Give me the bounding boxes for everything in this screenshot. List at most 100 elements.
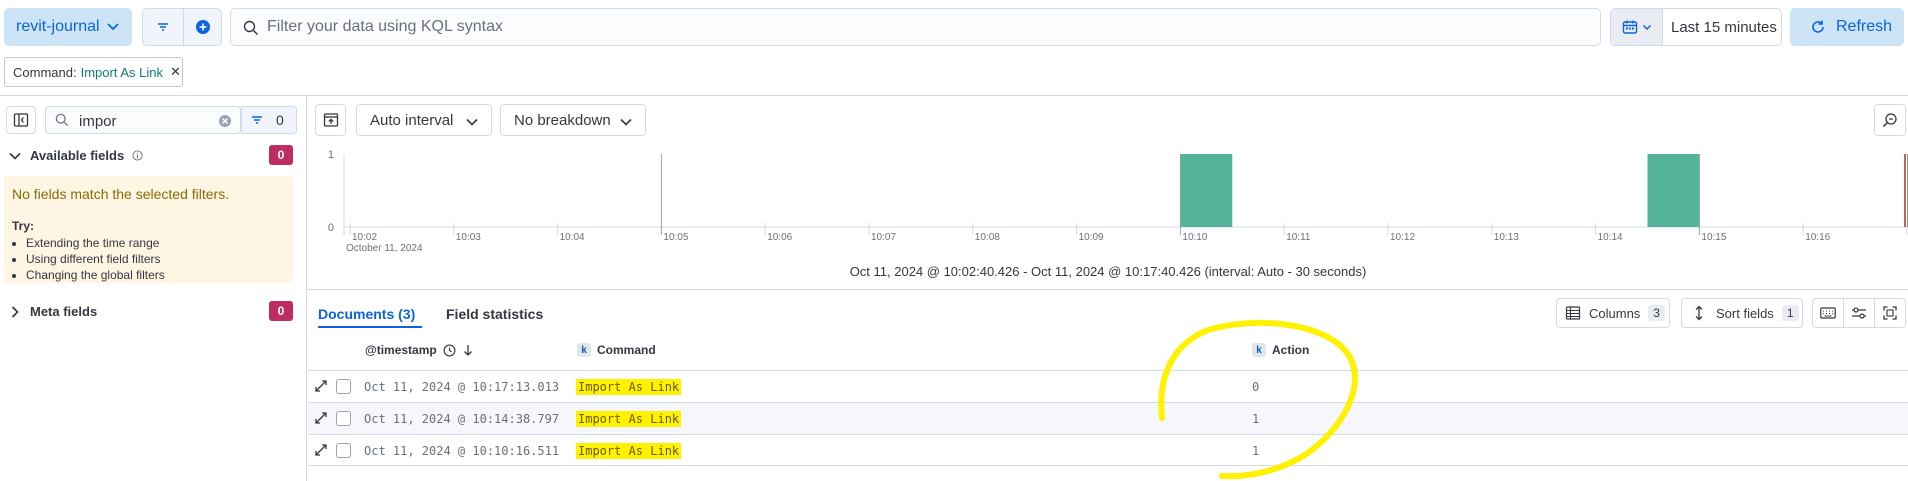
interval-select[interactable]: Auto interval [356,104,492,136]
x-tick-label: 10:13 [1494,232,1519,243]
table-row: Oct 11, 2024 @ 10:14:38.797 Import As Li… [308,402,1908,434]
cell-timestamp: Oct 11, 2024 @ 10:17:13.013 [364,380,560,394]
breakdown-select[interactable]: No breakdown [500,104,646,136]
filter-pill-key: Command: [13,64,77,80]
column-header-command[interactable]: k Command [577,343,656,357]
expand-row-icon[interactable] [314,443,328,457]
kql-query-input[interactable] [267,9,1587,45]
columns-button[interactable]: Columns 3 [1556,298,1670,328]
expand-row-icon[interactable] [314,411,328,425]
info-icon [132,150,143,161]
filter-pill-command[interactable]: Command: Import As Link ✕ [4,57,183,87]
column-header-action[interactable]: k Action [1252,343,1309,357]
add-filter-button[interactable] [184,9,222,45]
x-tick-label: 10:08 [975,232,1000,243]
query-menu-button[interactable] [143,9,183,45]
filter-pill-value: Import As Link [80,64,163,80]
x-tick-label: 10:09 [1079,232,1104,243]
chevron-down-icon [107,23,119,31]
meta-fields-count: 0 [269,301,293,321]
x-tick-label: 10:14 [1598,232,1623,243]
column-header-timestamp[interactable]: @timestamp [365,343,474,357]
tab-documents[interactable]: Documents (3) [318,306,415,322]
field-search-input[interactable]: impor [45,106,241,134]
command-header-label: Command [597,343,656,357]
cell-timestamp: Oct 11, 2024 @ 10:10:16.511 [364,444,560,458]
refresh-icon [1812,20,1824,33]
available-fields-toggle[interactable]: Available fields [8,148,143,163]
sort-descending-icon[interactable] [462,344,474,356]
x-tick-label: 10:02 [352,232,377,243]
time-range-label[interactable]: Last 15 minutes [1671,19,1777,36]
x-date-label: October 11, 2024 [346,243,423,252]
quick-select-button[interactable] [1611,9,1663,45]
x-tick-label: 10:16 [1805,232,1830,243]
try-label: Try: [12,219,35,233]
available-fields-count: 0 [269,145,293,165]
keyboard-shortcuts-button[interactable] [1813,299,1844,327]
field-search-value: impor [79,113,117,130]
timestamp-header-label: @timestamp [365,343,437,357]
grid-controls [1812,298,1906,328]
meta-fields-toggle[interactable]: Meta fields [8,304,97,319]
expand-row-icon[interactable] [314,379,328,393]
histogram-bar [1647,154,1700,227]
x-tick-label: 10:07 [871,232,896,243]
fullscreen-icon [1883,306,1897,320]
action-header-label: Action [1272,343,1310,357]
search-icon [55,113,69,127]
search-icon [243,20,258,35]
divider [0,95,1908,96]
row-checkbox[interactable] [336,411,351,426]
inspect-icon [1882,113,1897,128]
remove-filter-icon[interactable]: ✕ [170,64,181,80]
available-fields-label: Available fields [30,148,125,163]
display-settings-button[interactable] [1844,299,1875,327]
x-tick-label: 10:03 [456,232,481,243]
x-tick-label: 10:04 [560,232,585,243]
chevron-down-icon [466,118,478,126]
field-type-filter-button[interactable]: 0 [241,106,297,134]
x-tick-label: 10:15 [1701,232,1726,243]
data-view-label: revit-journal [16,18,100,35]
fullscreen-button[interactable] [1875,299,1905,327]
chevron-down-icon [9,152,21,160]
meta-fields-label: Meta fields [30,304,98,319]
no-fields-title: No fields match the selected filters. [12,186,230,202]
keyboard-icon [1820,307,1836,319]
cell-command: Import As Link [576,379,682,395]
x-tick-label: 10:10 [1182,232,1207,243]
row-checkbox[interactable] [336,443,351,458]
refresh-label: Refresh [1836,18,1893,35]
table-row: Oct 11, 2024 @ 10:17:13.013 Import As Li… [308,370,1908,402]
y-tick-label: 0 [328,222,334,234]
refresh-button[interactable]: Refresh [1790,8,1904,46]
chevron-down-icon [1642,24,1651,31]
no-fields-callout: No fields match the selected filters. Tr… [4,176,293,283]
histogram-chart[interactable]: 0 1 10:02 10:03 10:04 10:05 10:06 10:07 10:08 10:… [320,144,1908,252]
columns-count: 3 [1648,305,1665,321]
collapse-sidebar-button[interactable] [6,106,36,134]
row-checkbox[interactable] [336,379,351,394]
histogram-bar [1180,154,1233,227]
table-row: Oct 11, 2024 @ 10:10:16.511 Import As Li… [308,434,1908,466]
suggestion-item: Extending the time range [26,235,285,251]
sort-fields-button[interactable]: Sort fields 1 [1681,298,1803,328]
kql-search-bar [230,8,1601,46]
data-view-picker-button[interactable]: revit-journal [4,8,132,46]
field-filter-count: 0 [276,112,284,128]
time-picker: Last 15 minutes [1610,8,1782,46]
keyword-field-icon: k [1252,343,1266,357]
chevron-right-icon [11,305,19,318]
y-tick-label: 1 [328,149,334,161]
toggle-chart-button[interactable] [315,104,346,136]
chart-toggle-icon [323,113,338,127]
chart-options-button[interactable] [1874,104,1906,136]
tab-field-statistics[interactable]: Field statistics [446,306,543,322]
settings-sliders-icon [1852,307,1866,319]
table-columns-icon [1565,306,1581,320]
keyword-field-icon: k [577,343,591,357]
cell-command: Import As Link [576,443,682,459]
clear-search-icon[interactable] [218,114,232,128]
active-tab-indicator [318,326,422,328]
